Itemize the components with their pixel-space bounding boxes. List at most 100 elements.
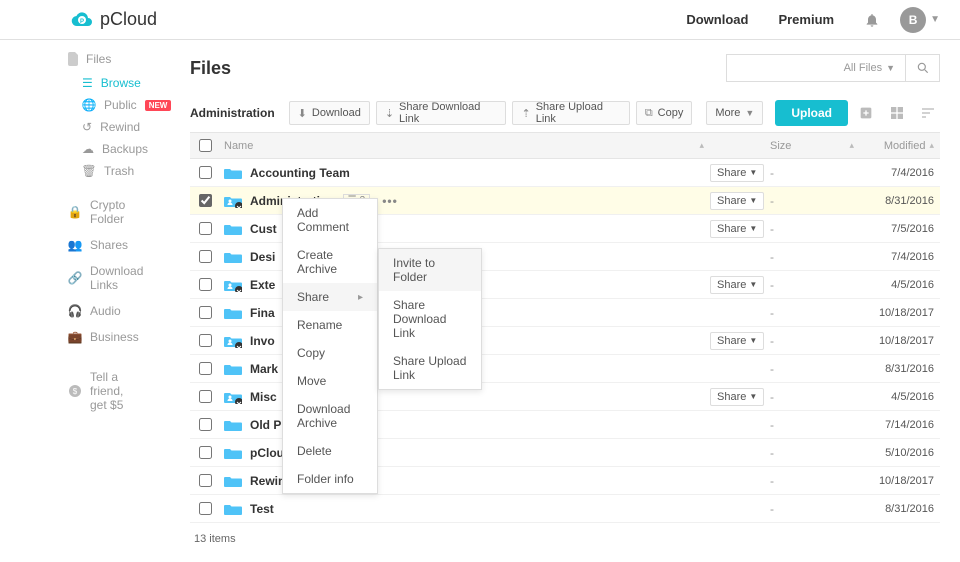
file-size: -: [770, 446, 860, 460]
ctx-delete[interactable]: Delete: [283, 437, 377, 465]
avatar-caret-icon[interactable]: ▼: [930, 14, 940, 25]
file-name[interactable]: Fina: [250, 306, 275, 320]
table-row[interactable]: Accounting TeamShare▼-7/4/2016: [190, 159, 940, 187]
more-actions-icon[interactable]: •••: [382, 194, 398, 208]
file-name[interactable]: Mark: [250, 362, 278, 376]
copy-icon: ⧉: [645, 107, 653, 120]
sort-asc-icon: ▴: [929, 140, 934, 151]
folder-icon: [224, 418, 242, 432]
file-name[interactable]: Exte: [250, 278, 275, 292]
share-button[interactable]: Share▼: [710, 164, 764, 182]
file-name[interactable]: Desi: [250, 250, 275, 264]
file-name[interactable]: Misc: [250, 390, 277, 404]
share-button[interactable]: Share▼: [710, 192, 764, 210]
file-size: -: [770, 194, 860, 208]
toolbar-copy[interactable]: ⧉Copy: [636, 101, 693, 125]
sidebar-shares[interactable]: 👥 Shares: [68, 232, 140, 258]
row-checkbox[interactable]: [199, 418, 212, 431]
ctx-rename[interactable]: Rename: [283, 311, 377, 339]
file-name[interactable]: Test: [250, 502, 274, 516]
row-checkbox[interactable]: [199, 390, 212, 403]
nav-premium[interactable]: Premium: [778, 12, 834, 27]
col-name-header[interactable]: Name: [224, 140, 253, 152]
folder-icon: [224, 502, 242, 516]
row-checkbox[interactable]: [199, 306, 212, 319]
sidebar-business[interactable]: 💼 Business: [68, 324, 140, 350]
row-checkbox[interactable]: [199, 166, 212, 179]
bell-icon[interactable]: [864, 12, 880, 28]
grid-view-button[interactable]: [885, 100, 910, 126]
ctx-move[interactable]: Move: [283, 367, 377, 395]
file-size: -: [770, 502, 860, 516]
ctx-download-archive[interactable]: Download Archive: [283, 395, 377, 437]
file-modified: 5/10/2016: [860, 447, 940, 459]
upload-button[interactable]: Upload: [775, 100, 848, 126]
file-modified: 10/18/2017: [860, 335, 940, 347]
breadcrumb[interactable]: Administration: [190, 106, 275, 120]
logo-icon: P: [70, 8, 94, 32]
row-checkbox[interactable]: [199, 194, 212, 207]
ctx-invite-folder[interactable]: Invite to Folder: [379, 249, 481, 291]
share-button[interactable]: Share▼: [710, 388, 764, 406]
folder-icon: [224, 222, 242, 236]
col-size-header[interactable]: Size: [770, 140, 791, 152]
file-size: -: [770, 362, 860, 376]
ctx-share[interactable]: Share▸: [283, 283, 377, 311]
file-name[interactable]: Cust: [250, 222, 277, 236]
ctx-create-archive[interactable]: Create Archive: [283, 241, 377, 283]
logo[interactable]: P pCloud: [70, 8, 157, 32]
col-modified-header[interactable]: Modified: [884, 140, 926, 152]
sidebar-tell-friend[interactable]: $ Tell a friend, get $5: [68, 364, 140, 418]
toolbar-download[interactable]: ⬇Download: [289, 101, 370, 125]
sidebar-public[interactable]: 🌐 Public NEW: [82, 94, 140, 116]
ctx-share-upload-link[interactable]: Share Upload Link: [379, 347, 481, 389]
row-checkbox[interactable]: [199, 502, 212, 515]
share-button[interactable]: Share▼: [710, 276, 764, 294]
logo-text: pCloud: [100, 9, 157, 30]
sidebar-crypto[interactable]: 🔒 Crypto Folder: [68, 192, 140, 232]
file-modified: 7/14/2016: [860, 419, 940, 431]
toolbar-more[interactable]: More▼: [706, 101, 763, 125]
row-checkbox[interactable]: [199, 222, 212, 235]
file-modified: 7/4/2016: [860, 167, 940, 179]
ctx-copy[interactable]: Copy: [283, 339, 377, 367]
file-filter-dropdown[interactable]: All Files ▼: [726, 54, 906, 82]
ctx-folder-info[interactable]: Folder info: [283, 465, 377, 493]
content: Files All Files ▼ Administration ⬇Downlo…: [140, 40, 960, 545]
file-size: -: [770, 306, 860, 320]
nav-download[interactable]: Download: [686, 12, 748, 27]
row-checkbox[interactable]: [199, 250, 212, 263]
sidebar-rewind[interactable]: ↺ Rewind: [82, 116, 140, 138]
toolbar-share-download-link[interactable]: ⇣Share Download Link: [376, 101, 507, 125]
row-checkbox[interactable]: [199, 362, 212, 375]
ctx-add-comment[interactable]: Add Comment: [283, 199, 377, 241]
file-name[interactable]: Accounting Team: [250, 166, 350, 180]
dollar-icon: $: [68, 384, 82, 398]
new-folder-button[interactable]: [854, 100, 879, 126]
sidebar-audio[interactable]: 🎧 Audio: [68, 298, 140, 324]
share-button[interactable]: Share▼: [710, 332, 764, 350]
select-all-checkbox[interactable]: [199, 139, 212, 152]
trash-icon: 🗑: [82, 164, 96, 178]
share-button[interactable]: Share▼: [710, 220, 764, 238]
file-modified: 8/31/2016: [860, 363, 940, 375]
sidebar-files-root[interactable]: Files: [68, 52, 140, 66]
svg-text:P: P: [80, 19, 84, 25]
sort-button[interactable]: [915, 100, 940, 126]
avatar[interactable]: B: [900, 7, 926, 33]
toolbar-share-upload-link[interactable]: ⇡Share Upload Link: [512, 101, 629, 125]
row-checkbox[interactable]: [199, 334, 212, 347]
sidebar-trash[interactable]: 🗑 Trash: [82, 160, 140, 182]
row-checkbox[interactable]: [199, 278, 212, 291]
sidebar-download-links[interactable]: 🔗 Download Links: [68, 258, 140, 298]
globe-icon: 🌐: [82, 98, 96, 112]
search-icon: [916, 61, 930, 75]
ctx-share-download-link[interactable]: Share Download Link: [379, 291, 481, 347]
sidebar-browse[interactable]: ☰ Browse: [82, 72, 140, 94]
table-row[interactable]: Test-8/31/2016: [190, 495, 940, 523]
row-checkbox[interactable]: [199, 474, 212, 487]
sidebar-backups[interactable]: ☁ Backups: [82, 138, 140, 160]
row-checkbox[interactable]: [199, 446, 212, 459]
search-button[interactable]: [906, 54, 940, 82]
file-name[interactable]: Invo: [250, 334, 275, 348]
